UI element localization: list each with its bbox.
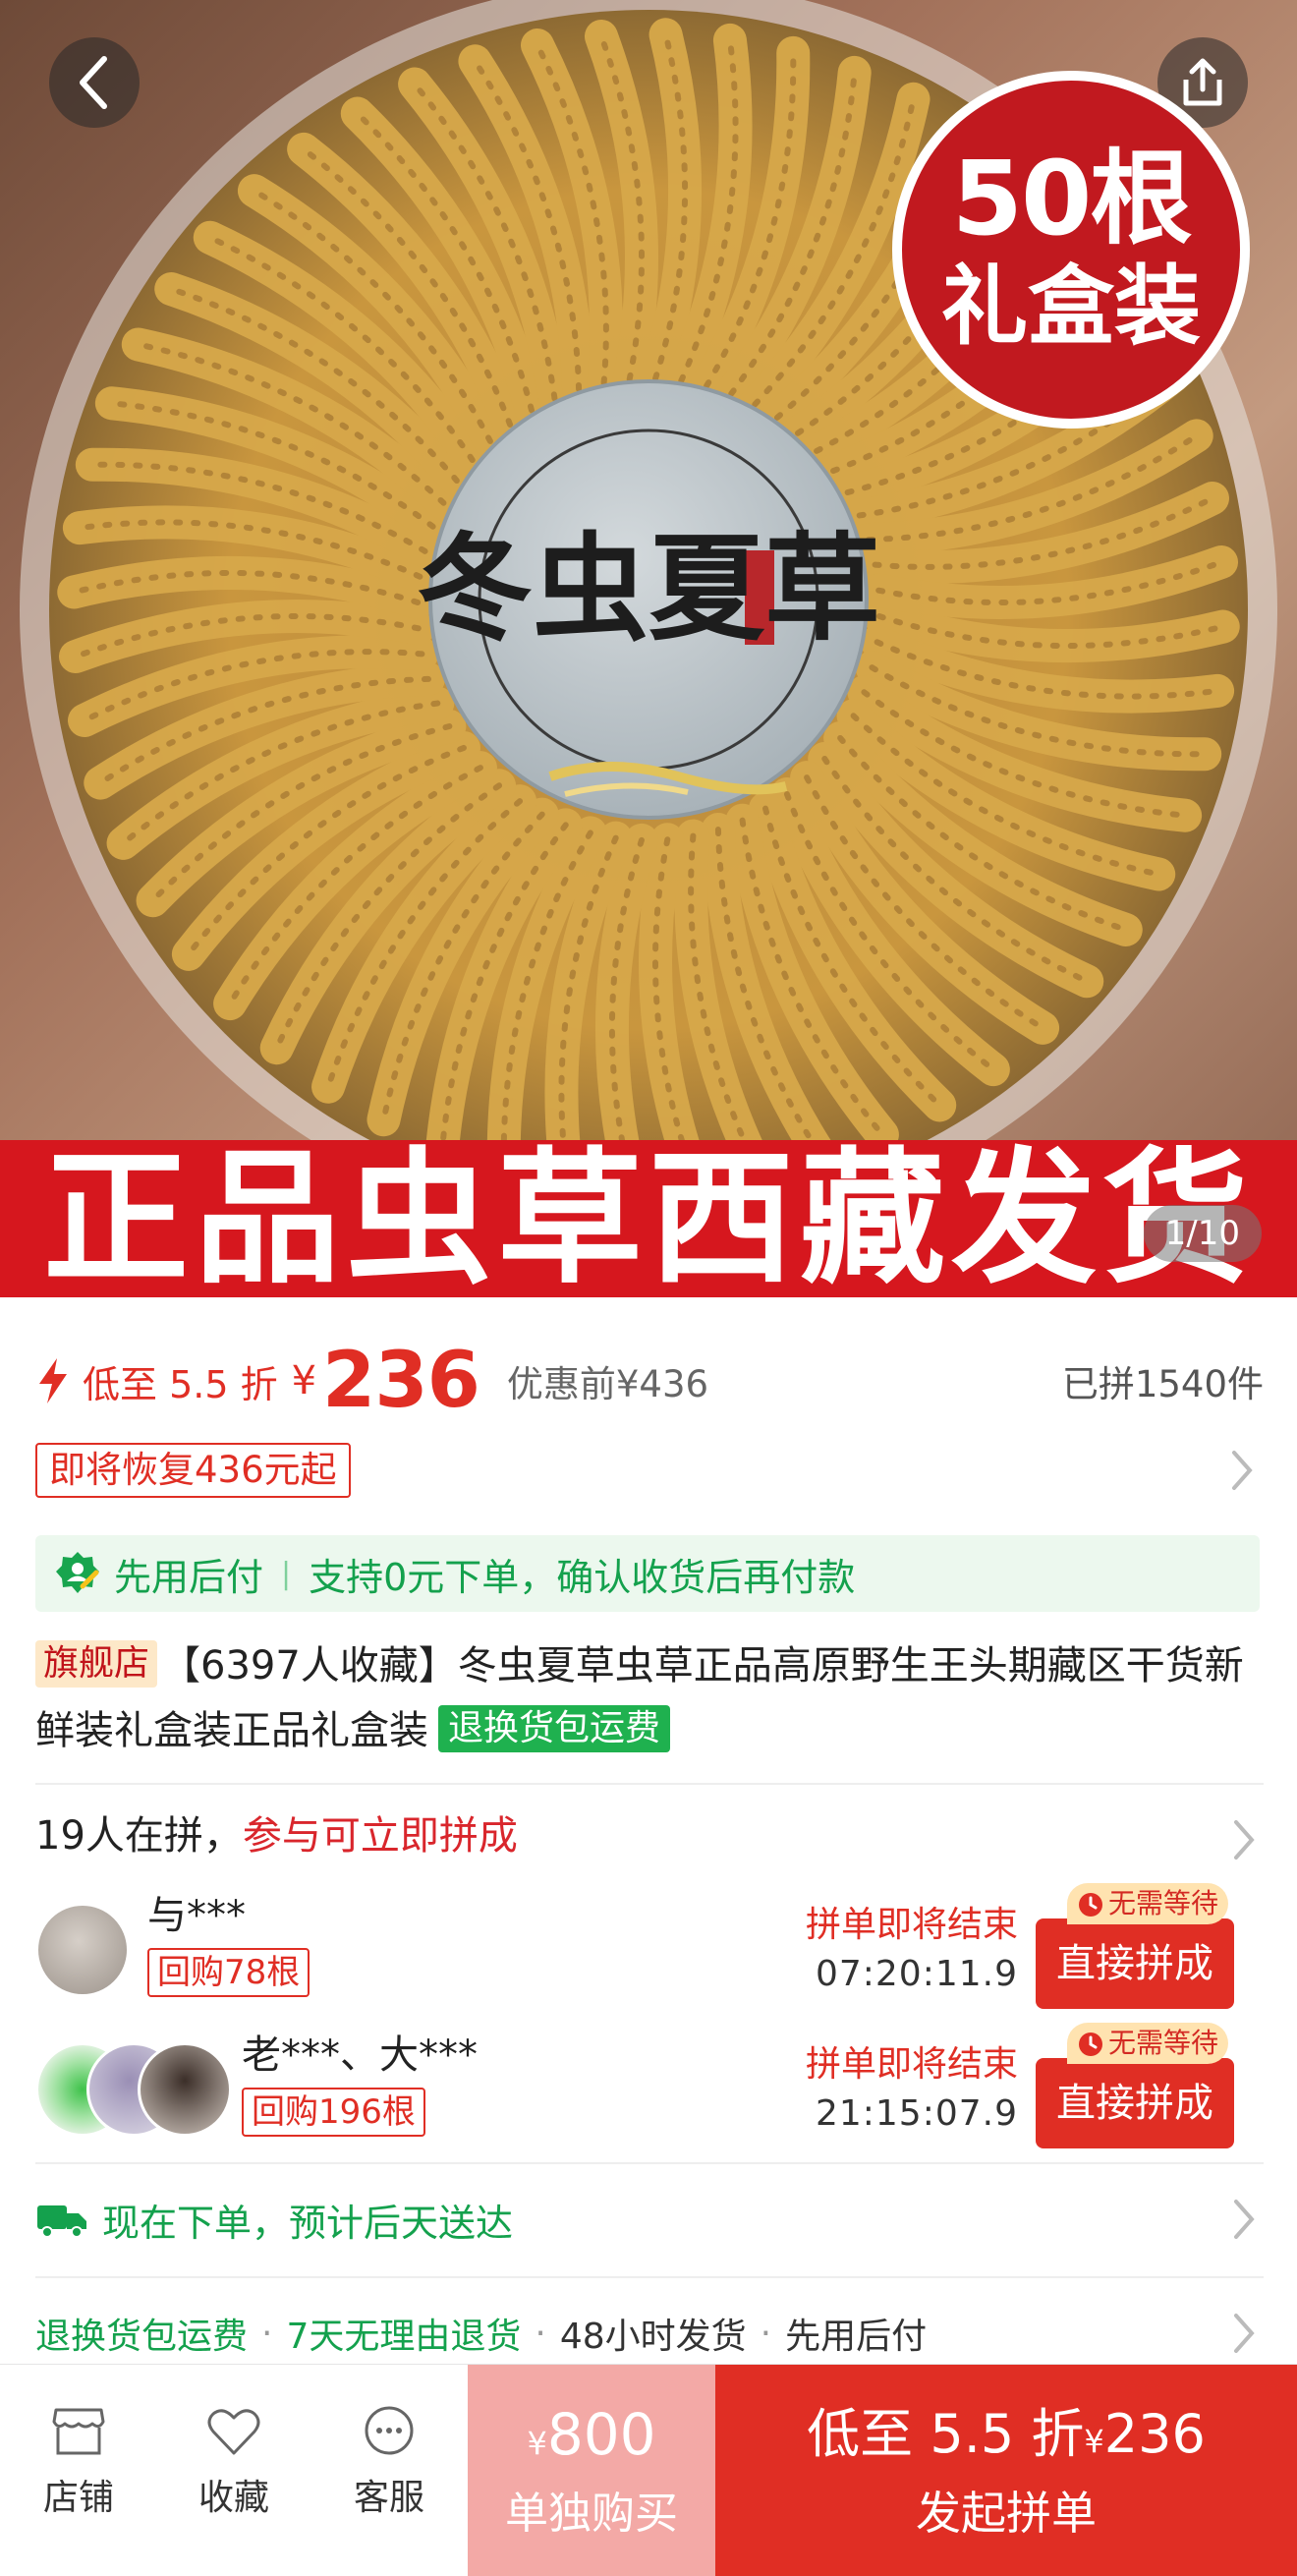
group-buy-count: 19人在拼， [35, 1813, 243, 1859]
pay-later-desc: 支持0元下单，确认收货后再付款 [309, 1555, 856, 1599]
product-title: 旗舰店 【6397人收藏】冬虫夏草虫草正品高原野生王头期藏区干货新鲜装礼盒装正品礼… [35, 1633, 1264, 1763]
share-icon [1183, 58, 1222, 106]
store-button[interactable]: 店铺 [20, 2404, 138, 2520]
image-pager: 1/10 [1143, 1205, 1262, 1262]
group-leader-name: 老***、大*** [242, 2032, 478, 2078]
single-price: 800 [546, 2401, 656, 2468]
group-ending: 拼单即将结束 07:20:11.9 [806, 1901, 1018, 1999]
original-price: 优惠前¥436 [506, 1363, 709, 1405]
group-ending: 拼单即将结束 21:15:07.9 [806, 2040, 1018, 2139]
avatar [35, 1903, 130, 1997]
rebuy-tag: 回购196根 [242, 2088, 425, 2137]
back-button[interactable] [49, 37, 140, 128]
start-group-buy-label: 发起拼单 [916, 2487, 1097, 2540]
store-icon [52, 2408, 105, 2455]
pay-later-title: 先用后付 [114, 1555, 264, 1599]
pay-later-separator: | [281, 1556, 292, 1591]
service-item: 退换货包运费 [35, 2317, 249, 2357]
lightning-icon [39, 1358, 67, 1403]
favorite-label: 收藏 [197, 2478, 269, 2518]
heart-icon [207, 2409, 260, 2455]
ending-label: 拼单即将结束 [805, 2044, 1018, 2085]
customer-service-label: 客服 [353, 2478, 424, 2518]
group-price: 236 [322, 1337, 480, 1425]
service-guarantees[interactable]: 退换货包运费 · 7天无理由退货 · 48小时发货 · 先用后付 [35, 2304, 1264, 2363]
store-label: 店铺 [42, 2478, 114, 2518]
chevron-right-icon[interactable] [1230, 2198, 1258, 2241]
no-wait-tag: 无需等待 [1066, 1883, 1228, 1924]
avatar [138, 2042, 232, 2137]
ending-label: 拼单即将结束 [805, 1905, 1018, 1945]
badge-count: 50根 [951, 139, 1193, 258]
chevron-right-icon[interactable] [1230, 1818, 1258, 1861]
customer-service-button[interactable]: 客服 [330, 2404, 448, 2520]
group-buy-row: 与*** 回购78根 拼单即将结束 07:20:11.9 直接拼成 无需等待 [35, 1883, 1264, 2009]
divider [35, 1783, 1264, 1785]
service-item: 48小时发货 [559, 2317, 747, 2357]
pay-later-banner[interactable]: 先用后付 | 支持0元下单，确认收货后再付款 [35, 1535, 1260, 1612]
no-wait-tag: 无需等待 [1066, 2023, 1228, 2064]
chevron-right-icon[interactable] [1230, 2312, 1258, 2355]
service-item: 先用后付 [785, 2317, 928, 2357]
pay-later-icon [56, 1552, 99, 1593]
group-buy-cta: 参与可立即拼成 [242, 1813, 518, 1859]
delivery-estimate[interactable]: 现在下单，预计后天送达 [35, 2190, 1264, 2249]
divider [35, 2276, 1264, 2278]
price-row: 低至 5.5 折 ¥ 236 优惠前¥436 已拼1540件 [35, 1337, 1264, 1425]
group-leader-name: 与*** [147, 1893, 246, 1938]
discount-label: 低至 5.5 折 [83, 1362, 278, 1406]
single-currency: ¥ [527, 2425, 547, 2462]
alarm-clock-icon [1078, 2032, 1102, 2056]
start-group-buy-button[interactable]: 低至 5.5 折¥236 发起拼单 [715, 2365, 1297, 2576]
divider [35, 2162, 1264, 2164]
group-currency: ¥ [1084, 2423, 1104, 2460]
service-dot: · [760, 2313, 772, 2354]
bottom-action-bar: 店铺 收藏 客服 ¥800 单独购买 低至 5.5 折¥236 发起拼单 [0, 2364, 1297, 2576]
flagship-tag: 旗舰店 [35, 1640, 158, 1688]
buy-alone-button[interactable]: ¥800 单独购买 [468, 2365, 715, 2576]
alarm-clock-icon [1078, 1893, 1102, 1917]
countdown-timer: 21:15:07.9 [815, 2093, 1018, 2134]
group-buy-header[interactable]: 19人在拼，参与可立即拼成 [35, 1806, 518, 1865]
truck-icon [37, 2205, 86, 2238]
sold-count: 已拼1540件 [1061, 1363, 1264, 1405]
gift-box-badge: 50根 礼盒装 [892, 71, 1250, 429]
no-wait-text: 无需等待 [1107, 1887, 1218, 1919]
product-image-carousel[interactable]: 冬虫夏草 50根 礼盒装 正品虫草西藏发货 1/10 [0, 0, 1297, 1297]
no-wait-text: 无需等待 [1107, 2027, 1218, 2059]
delivery-text: 现在下单，预计后天送达 [102, 2201, 514, 2245]
join-group-button[interactable]: 直接拼成 [1036, 2058, 1234, 2148]
chevron-left-icon [80, 56, 107, 109]
service-item: 7天无理由退货 [286, 2317, 522, 2357]
service-dot: · [261, 2313, 273, 2354]
chevron-right-icon[interactable] [1228, 1449, 1256, 1492]
group-discount: 低至 5.5 折 [807, 2403, 1085, 2465]
buy-alone-label: 单独购买 [505, 2489, 678, 2539]
join-group-button[interactable]: 直接拼成 [1036, 1918, 1234, 2009]
service-dot: · [535, 2313, 546, 2354]
image-banner: 正品虫草西藏发货 [0, 1140, 1297, 1297]
badge-package: 礼盒装 [940, 256, 1201, 357]
currency-symbol: ¥ [291, 1358, 317, 1403]
countdown-timer: 07:20:11.9 [815, 1954, 1018, 1994]
favorite-button[interactable]: 收藏 [175, 2404, 293, 2520]
group-price-bottom: 236 [1103, 2403, 1206, 2465]
price-restore-tag: 即将恢复436元起 [35, 1443, 351, 1498]
rebuy-tag: 回购78根 [147, 1948, 310, 1997]
chat-icon [365, 2406, 414, 2455]
free-return-tag: 退换货包运费 [438, 1705, 671, 1752]
group-buy-row: 老***、大*** 回购196根 拼单即将结束 21:15:07.9 直接拼成 … [35, 2023, 1264, 2148]
